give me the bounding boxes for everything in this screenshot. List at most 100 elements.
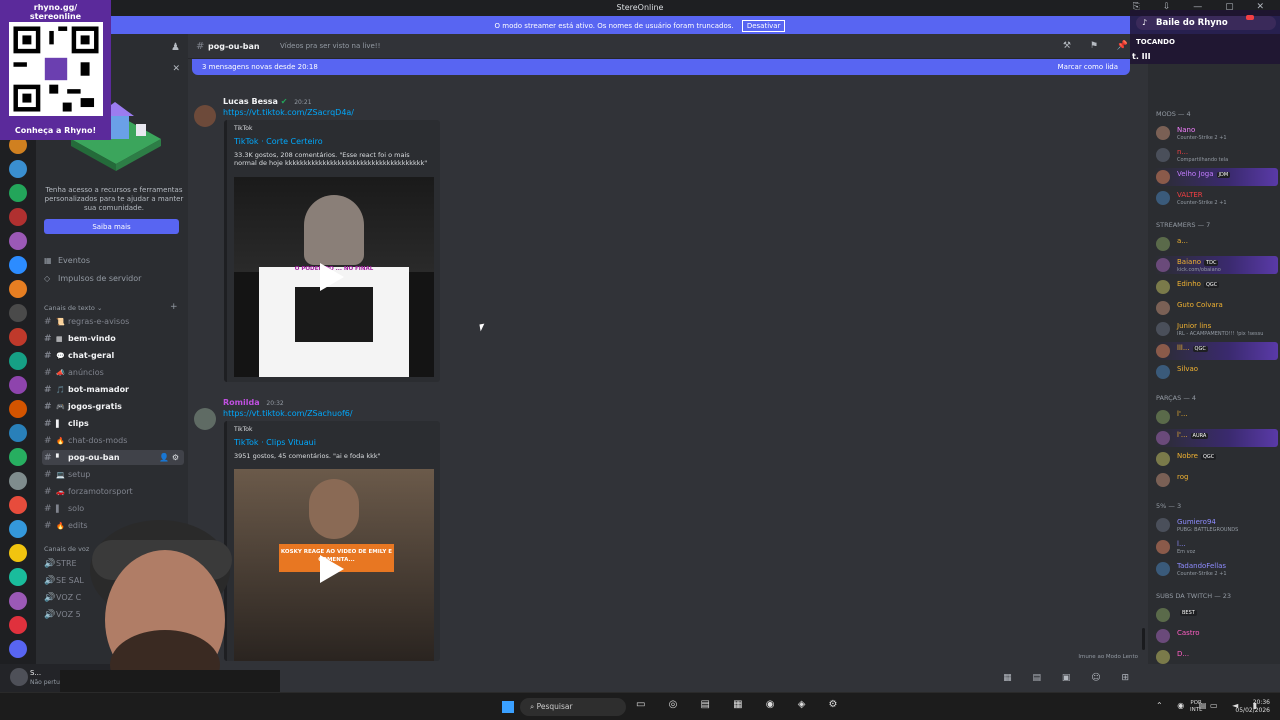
- member-item[interactable]: Nano Counter-Strike 2 +1: [1154, 124, 1278, 142]
- channel-bem-vindo[interactable]: # ▦ bem-vindo: [42, 331, 184, 346]
- text-channels-category[interactable]: Canais de texto ⌄: [44, 304, 102, 312]
- channel-header: # pog-ou-ban Vídeos pra ser visto na liv…: [188, 34, 1148, 59]
- avatar: [1156, 410, 1170, 424]
- member-item[interactable]: l'...: [1154, 408, 1278, 426]
- member-item[interactable]: BEST: [1154, 606, 1278, 624]
- member-item[interactable]: l'... AURA: [1154, 429, 1278, 447]
- composer-icons[interactable]: ▦ ▤ ▣ ☺ ⊞: [1003, 673, 1138, 683]
- avatar[interactable]: [194, 408, 216, 430]
- message-time: 20:32: [266, 400, 284, 407]
- server-icon[interactable]: [9, 304, 27, 322]
- hash-icon: #: [44, 453, 52, 463]
- member-item[interactable]: TadandoFellas Counter-Strike 2 +1: [1154, 560, 1278, 578]
- member-name: Nano: [1177, 126, 1195, 134]
- channel-regras-e-avisos[interactable]: # 📜 regras-e-avisos: [42, 314, 184, 329]
- server-icon[interactable]: [9, 256, 27, 274]
- member-item[interactable]: D...: [1154, 648, 1278, 664]
- server-icon[interactable]: [9, 160, 27, 178]
- member-item[interactable]: Junior lins IRL - ACAMPAMENTO!!! !pix !se…: [1154, 320, 1278, 338]
- channel-emoji-icon: 🔥: [56, 437, 65, 445]
- disable-streamer-mode-button[interactable]: Desativar: [741, 20, 786, 32]
- member-status: Counter-Strike 2 +1: [1177, 135, 1227, 141]
- add-channel-icon[interactable]: +: [170, 302, 178, 312]
- member-item[interactable]: VALTER Counter-Strike 2 +1: [1154, 189, 1278, 207]
- embed-title[interactable]: TikTok · Corte Certeiro: [234, 137, 323, 146]
- avatar[interactable]: [194, 105, 216, 127]
- new-messages-text: 3 mensagens novas desde 20:18: [202, 63, 318, 71]
- member-name-text: l'...: [1177, 431, 1188, 439]
- channel-setup[interactable]: # 💻 setup: [42, 467, 184, 482]
- avatar: [1156, 148, 1170, 162]
- clock[interactable]: 20:36 05/02/2026: [1235, 699, 1270, 715]
- member-item[interactable]: l... Em voz: [1154, 538, 1278, 556]
- member-item[interactable]: lll... QGC: [1154, 342, 1278, 360]
- language-indicator[interactable]: POR INTL: [1190, 700, 1202, 714]
- member-item[interactable]: rog: [1154, 471, 1278, 489]
- channel-bot-mamador[interactable]: # 🎵 bot-mamador: [42, 382, 184, 397]
- windows-start-icon[interactable]: [502, 701, 514, 713]
- server-icon[interactable]: [9, 328, 27, 346]
- server-icon[interactable]: [9, 448, 27, 466]
- mark-as-read-button[interactable]: Marcar como lida: [1058, 63, 1118, 71]
- embed-description: 33.3K gostos, 208 comentários. "Esse rea…: [234, 151, 428, 167]
- server-icon[interactable]: [9, 376, 27, 394]
- server-icon[interactable]: [9, 184, 27, 202]
- channel-chat-geral[interactable]: # 💬 chat-geral: [42, 348, 184, 363]
- member-item[interactable]: Velho Joga JDM: [1154, 168, 1278, 186]
- play-icon[interactable]: [320, 263, 344, 291]
- server-icon[interactable]: [9, 280, 27, 298]
- qr-title: rhyno.gg/ stereonline: [29, 3, 82, 21]
- server-icon[interactable]: [9, 424, 27, 442]
- video-thumbnail[interactable]: O PODER DO ... NO FINAL: [234, 177, 434, 377]
- channel-jogos-gratis[interactable]: # 🎮 jogos-gratis: [42, 399, 184, 414]
- member-item[interactable]: a...: [1154, 235, 1278, 253]
- channel-label: setup: [68, 470, 91, 479]
- webcam-overlay: [60, 520, 280, 692]
- server-icon[interactable]: [9, 472, 27, 490]
- embed-title[interactable]: TikTok · Clips Vituaui: [234, 438, 316, 447]
- header-toolbar[interactable]: ⚒ ⚑ 📌: [1063, 41, 1136, 51]
- channel-chat-dos-mods[interactable]: # 🔥 chat-dos-mods: [42, 433, 184, 448]
- learn-more-button[interactable]: Saiba mais: [44, 219, 179, 234]
- member-name-text: TadandoFellas: [1177, 562, 1227, 570]
- close-icon[interactable]: ✕: [172, 64, 180, 74]
- taskbar-apps[interactable]: ▭ ◎ ▤ ▦ ◉ ◈ ⚙: [636, 699, 848, 710]
- member-item[interactable]: Gumiero94 PUBG: BATTLEGROUNDS: [1154, 516, 1278, 534]
- channel-settings-icon[interactable]: 👤 ⚙: [159, 453, 179, 462]
- member-item[interactable]: Guto Colvara: [1154, 299, 1278, 317]
- member-name-text: Guto Colvara: [1177, 301, 1223, 309]
- member-name: Castro: [1177, 629, 1200, 637]
- message-author[interactable]: Lucas Bessa ✔ 20:21: [223, 97, 312, 106]
- member-item[interactable]: Nobre QGC: [1154, 450, 1278, 468]
- nav-events[interactable]: ▦ Eventos: [44, 256, 184, 265]
- channel-label: chat-dos-mods: [68, 436, 128, 445]
- member-item[interactable]: Silvao: [1154, 363, 1278, 381]
- scrollbar[interactable]: [1142, 628, 1145, 650]
- system-tray[interactable]: ⌃ ◉ ▤: [1156, 701, 1212, 710]
- new-messages-bar[interactable]: 3 mensagens novas desde 20:18 Marcar com…: [192, 59, 1130, 75]
- server-icon[interactable]: [9, 208, 27, 226]
- channel-anúncios[interactable]: # 📣 anúncios: [42, 365, 184, 380]
- channel-clips[interactable]: # ▌ clips: [42, 416, 184, 431]
- server-icon[interactable]: [9, 232, 27, 250]
- channel-label: bem-vindo: [68, 334, 116, 343]
- server-icon[interactable]: [9, 352, 27, 370]
- message-link[interactable]: https://vt.tiktok.com/ZSacrqD4a/: [223, 108, 354, 117]
- message-author[interactable]: Romilda 20:32: [223, 398, 284, 407]
- member-item[interactable]: n... Compartilhando tela: [1154, 146, 1278, 164]
- member-item[interactable]: Baiano TDC kick.com/obaiano: [1154, 256, 1278, 274]
- member-item[interactable]: Castro: [1154, 627, 1278, 645]
- channel-pog-ou-ban[interactable]: # ▘ pog-ou-ban 👤 ⚙: [42, 450, 184, 465]
- nav-server-boosts[interactable]: ◇ Impulsos de servidor: [44, 274, 184, 283]
- add-member-icon[interactable]: ♟: [171, 42, 180, 53]
- channel-forzamotorsport[interactable]: # 🚗 forzamotorsport: [42, 484, 184, 499]
- taskbar-search[interactable]: ⌕ Pesquisar: [520, 698, 626, 716]
- member-item[interactable]: Edinho QGC: [1154, 278, 1278, 296]
- member-name: Nobre QGC: [1177, 452, 1217, 460]
- message-link[interactable]: https://vt.tiktok.com/ZSachuof6/: [223, 409, 353, 418]
- channel-label: bot-mamador: [68, 385, 130, 394]
- avatar: [1156, 170, 1170, 184]
- channel-emoji-icon: 🚗: [56, 488, 65, 496]
- channel-emoji-icon: 📣: [56, 369, 65, 377]
- server-icon[interactable]: [9, 400, 27, 418]
